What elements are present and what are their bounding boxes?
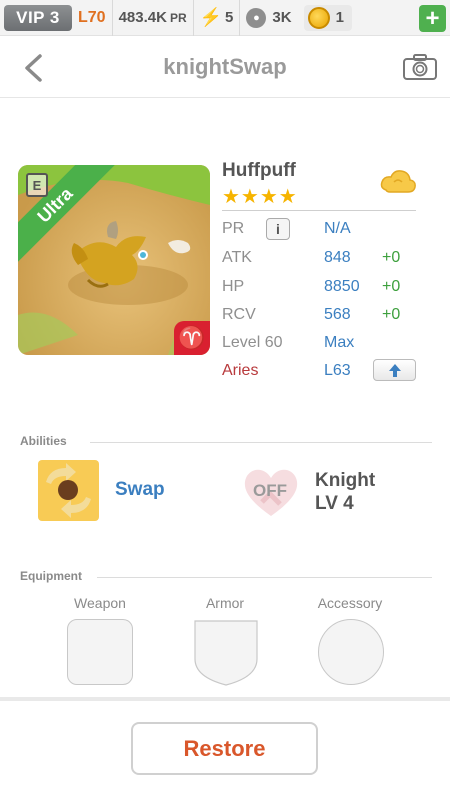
back-chevron-icon[interactable] xyxy=(22,53,44,83)
section-title-equipment: Equipment xyxy=(20,569,82,583)
stat-value: Max xyxy=(324,334,355,351)
page-header: knightSwap xyxy=(0,36,450,98)
power-unit: PR xyxy=(169,10,187,25)
coin-value: 1 xyxy=(335,9,344,26)
creature-card[interactable]: Ultra E ♈ xyxy=(18,165,210,355)
stat-bonus: +0 xyxy=(382,278,401,295)
stat-row-level: Level 60 Max xyxy=(222,330,422,356)
add-coins-button[interactable]: + xyxy=(419,5,446,32)
armor-slot[interactable] xyxy=(193,619,259,687)
stat-row-hp: HP 8850 +0 xyxy=(222,274,422,300)
swap-ability-icon[interactable] xyxy=(38,460,99,521)
coin-counter: 1 xyxy=(303,4,352,31)
bottom-divider xyxy=(0,697,450,701)
swap-arrows-icon xyxy=(46,463,91,518)
stat-bonus: +0 xyxy=(382,249,401,266)
power-value: 483.4K xyxy=(118,9,167,26)
document-icon[interactable]: E xyxy=(26,173,48,197)
stat-bonus: +0 xyxy=(382,306,401,323)
accessory-label: Accessory xyxy=(317,595,383,611)
energy-counter: ⚡ 5 xyxy=(194,0,241,36)
stat-value: 8850 xyxy=(324,278,360,295)
energy-value: 5 xyxy=(225,9,234,26)
creature-name: Huffpuff xyxy=(222,160,296,181)
restore-button[interactable]: Restore xyxy=(131,722,318,775)
cloud-element-icon xyxy=(380,170,416,193)
stat-row-atk: ATK 848 +0 xyxy=(222,245,422,271)
page-title: knightSwap xyxy=(163,53,287,79)
section-title-abilities: Abilities xyxy=(20,434,67,448)
camera-icon[interactable] xyxy=(402,53,438,81)
ability-off-label: OFF xyxy=(253,481,287,500)
weapon-slot[interactable] xyxy=(67,619,133,685)
coin-icon xyxy=(307,6,330,29)
info-divider xyxy=(222,210,416,211)
stat-label: HP xyxy=(222,278,245,295)
stat-label: ATK xyxy=(222,249,252,266)
weapon-label: Weapon xyxy=(74,595,126,611)
player-level: L70 xyxy=(72,0,113,36)
stat-row-rcv: RCV 568 +0 xyxy=(222,302,422,328)
pet-counter: ● 3K xyxy=(240,0,297,36)
paw-icon: ● xyxy=(246,7,267,28)
upgrade-button[interactable] xyxy=(373,359,416,381)
section-divider xyxy=(97,577,432,578)
stat-row-pr: PR N/A xyxy=(222,216,422,242)
pet-value: 3K xyxy=(272,9,292,26)
knight-ability-level: LV 4 xyxy=(315,493,354,514)
stat-value: N/A xyxy=(324,220,351,237)
lightning-icon: ⚡ xyxy=(199,7,223,27)
section-divider xyxy=(90,442,432,443)
star-rating: ★★★★ xyxy=(222,186,298,208)
aries-sign-icon: ♈ xyxy=(174,321,210,355)
stat-label: Aries xyxy=(222,362,259,379)
accessory-slot[interactable] xyxy=(318,619,384,685)
armor-label: Armor xyxy=(205,595,245,611)
info-icon[interactable]: i xyxy=(266,218,290,240)
stat-value: 848 xyxy=(324,249,351,266)
status-bar: VIP 3 L70 483.4K PR ⚡ 5 ● 3K 1 + xyxy=(0,0,450,36)
stat-label: Level 60 xyxy=(222,334,283,351)
stat-label: RCV xyxy=(222,306,256,323)
power-rating: 483.4K PR xyxy=(113,0,194,36)
swap-ability-label[interactable]: Swap xyxy=(115,479,165,501)
arrow-up-icon xyxy=(388,363,401,377)
knight-ability-name: Knight xyxy=(315,470,376,491)
stat-value: 568 xyxy=(324,306,351,323)
vip-badge[interactable]: VIP 3 xyxy=(4,4,72,31)
